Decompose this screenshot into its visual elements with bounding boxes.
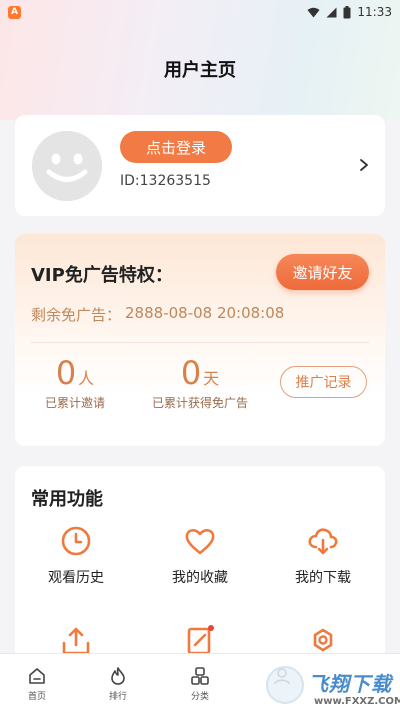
common-functions-card: 常用功能 观看历史 我的收藏 我的下载: [15, 466, 385, 666]
settings-icon: [313, 628, 333, 652]
smiley-avatar-icon: [32, 131, 102, 201]
func-label: 我的收藏: [172, 570, 228, 586]
login-button[interactable]: 点击登录: [120, 131, 232, 163]
notification-dot: [208, 625, 214, 631]
user-id: ID:13263515: [120, 173, 211, 189]
clock-icon: [61, 526, 91, 556]
tab-label: 首页: [27, 692, 46, 702]
watermark-logo: 飞翔下载 www.FXXZ.COM: [264, 662, 400, 714]
settings-item[interactable]: [273, 623, 373, 657]
days-unit: 天: [203, 369, 220, 388]
avatar[interactable]: [32, 131, 102, 201]
edit-icon: [187, 625, 214, 655]
watermark-brand: 飞翔下载: [308, 672, 392, 696]
remaining-label: 剩余免广告：: [31, 306, 122, 324]
status-time: 11:33: [357, 5, 392, 19]
heart-icon: [185, 529, 215, 555]
invited-count: 0: [55, 354, 77, 392]
upload-icon: [62, 627, 90, 655]
page-title: 用户主页: [164, 60, 236, 81]
divider: [31, 342, 369, 343]
my-downloads-item[interactable]: 我的下载: [273, 524, 373, 587]
invited-unit: 人: [78, 369, 95, 388]
vip-card: VIP免广告特权： 邀请好友 剩余免广告： 2888-08-08 20:08:0…: [15, 234, 385, 446]
signal-icon: [326, 7, 337, 17]
edit-item[interactable]: [150, 623, 250, 657]
invited-stat: 0 人 已累计邀请: [39, 354, 111, 411]
invite-friends-button[interactable]: 邀请好友: [276, 254, 369, 290]
remaining-value: 2888-08-08 20:08:08: [125, 304, 285, 322]
func-label: 观看历史: [48, 570, 104, 586]
days-label: 已累计获得免广告: [151, 396, 248, 410]
chevron-right-icon[interactable]: [357, 155, 371, 175]
remaining-adfree-row: 剩余免广告： 2888-08-08 20:08:08: [31, 304, 284, 325]
battery-icon: [343, 5, 351, 18]
watermark-url: www.FXXZ.COM: [314, 696, 400, 707]
category-icon: [191, 667, 209, 685]
cloud-download-icon: [308, 528, 338, 555]
promotion-record-button[interactable]: 推广记录: [280, 366, 367, 398]
tab-category[interactable]: 分类: [165, 666, 235, 702]
days-count: 0: [180, 354, 202, 392]
flame-icon: [111, 667, 125, 685]
my-favorites-item[interactable]: 我的收藏: [150, 524, 250, 587]
func-label: 我的下载: [295, 570, 351, 586]
tab-ranking[interactable]: 排行: [83, 666, 153, 702]
profile-card[interactable]: 点击登录 ID:13263515: [15, 115, 385, 216]
home-icon: [29, 668, 45, 684]
watermark-emblem-icon: [266, 666, 304, 704]
tab-label: 排行: [108, 692, 127, 702]
app-notification-icon: A: [8, 5, 21, 19]
invited-label: 已累计邀请: [44, 396, 105, 410]
wifi-icon: [307, 7, 320, 17]
tab-home[interactable]: 首页: [2, 666, 72, 702]
watch-history-item[interactable]: 观看历史: [26, 524, 126, 587]
section-title: 常用功能: [31, 489, 103, 510]
upload-item[interactable]: [26, 623, 126, 657]
tab-label: 分类: [190, 692, 209, 702]
vip-title: VIP免广告特权：: [31, 265, 173, 286]
status-bar: A 11:33: [0, 0, 400, 24]
adfree-days-stat: 0 天 已累计获得免广告: [150, 354, 250, 411]
